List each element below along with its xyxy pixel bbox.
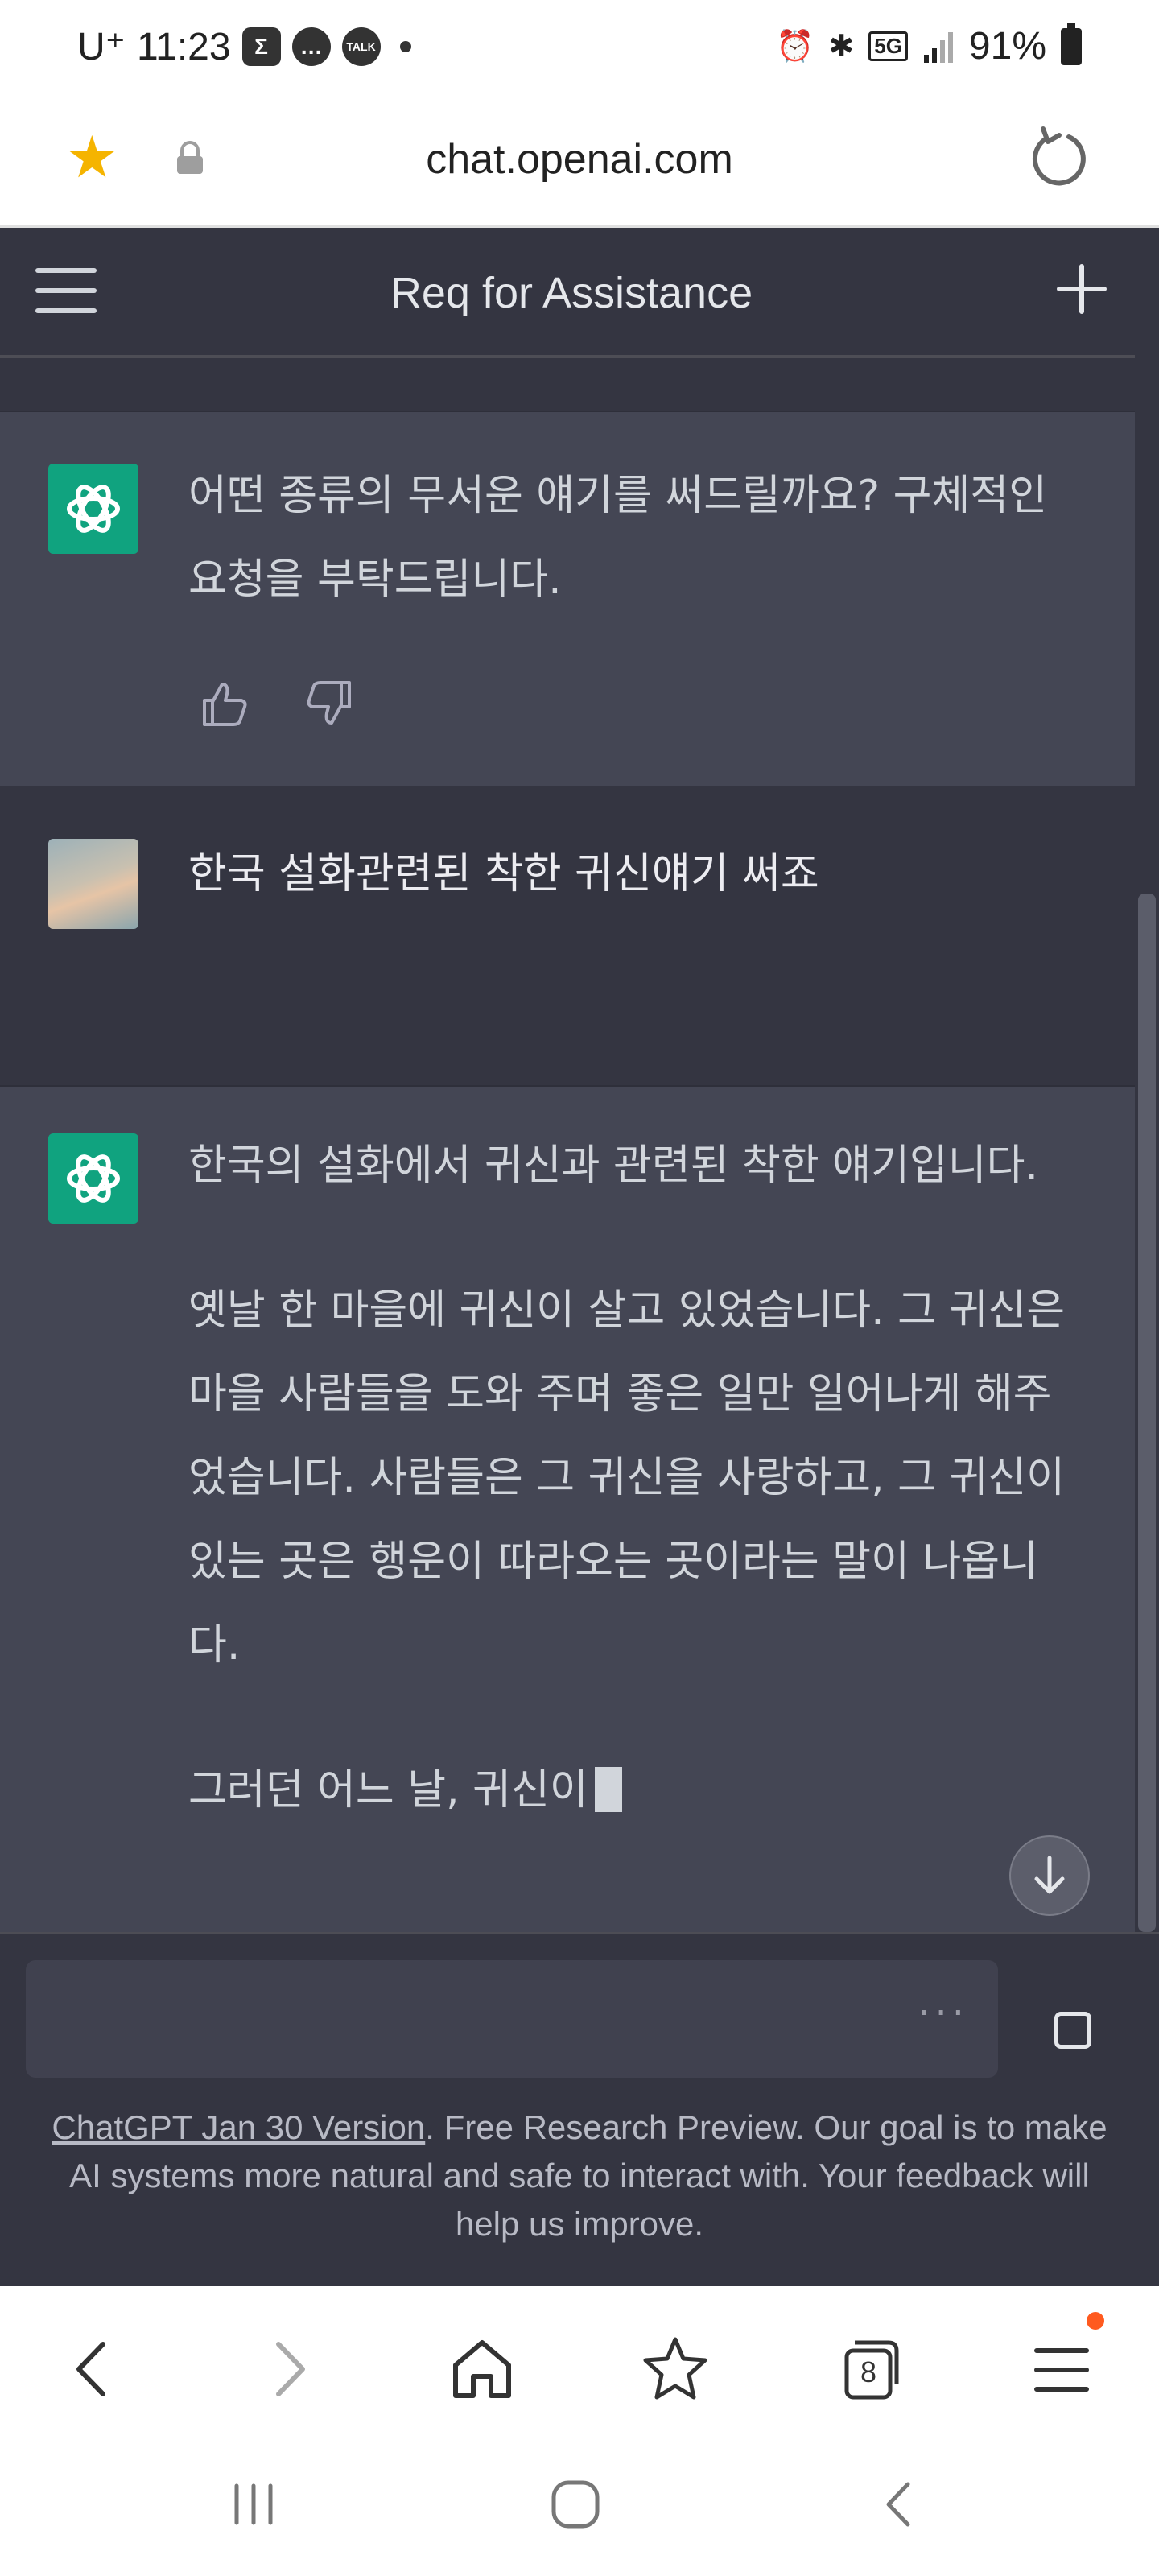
status-left: U⁺ 11:23 Σ … TALK: [77, 24, 411, 69]
bluetooth-icon: ✱: [828, 30, 855, 64]
home-icon[interactable]: [446, 2333, 518, 2405]
status-right: ⏰ ✱ 5G 91%: [776, 23, 1082, 68]
tabs-button[interactable]: 8: [832, 2333, 905, 2405]
tabs-count: 8: [860, 2355, 877, 2388]
thumbs-down-icon[interactable]: [304, 678, 356, 729]
version-link[interactable]: ChatGPT Jan 30 Version: [52, 2108, 425, 2146]
url-text[interactable]: chat.openai.com: [0, 135, 1159, 184]
scrollbar-thumb[interactable]: [1138, 894, 1156, 1932]
system-navigation-bar: [0, 2447, 1159, 2576]
input-area: ··· ChatGPT Jan 30 Version. Free Researc…: [0, 1932, 1159, 2289]
thumbs-up-icon[interactable]: [198, 678, 250, 729]
kakaotalk-icon: TALK: [341, 27, 381, 66]
battery-level: 91%: [968, 25, 1046, 68]
battery-icon: [1061, 23, 1082, 65]
home-system-icon[interactable]: [547, 2476, 604, 2533]
stop-generating-icon[interactable]: [1054, 2012, 1091, 2049]
message-paragraph: 옛날 한 마을에 귀신이 살고 있었습니다. 그 귀신은 마을 사람들을 도와 …: [188, 1286, 1066, 1670]
message-input[interactable]: ···: [26, 1960, 998, 2078]
message-paragraph: 한국 설화관련된 착한 귀신얘기 써죠: [188, 850, 819, 898]
chatgpt-avatar-icon: [48, 464, 138, 554]
scroll-to-bottom-button[interactable]: [1009, 1835, 1090, 1916]
notification-dot-icon: [1087, 2312, 1104, 2330]
back-system-icon[interactable]: [872, 2476, 929, 2533]
message-text: 한국의 설화에서 귀신과 관련된 착한 얘기입니다. 옛날 한 마을에 귀신이 …: [188, 1124, 1074, 1832]
browser-address-bar: ★ chat.openai.com: [0, 105, 1159, 228]
browser-bottom-nav: 8: [0, 2286, 1159, 2447]
forward-icon[interactable]: [251, 2333, 324, 2405]
recent-apps-icon[interactable]: [225, 2476, 282, 2533]
reload-icon[interactable]: [1027, 126, 1091, 190]
carrier-label: U⁺: [77, 26, 126, 68]
alarm-icon: ⏰: [776, 29, 815, 64]
message-paragraph: 한국의 설화에서 귀신과 관련된 착한 얘기입니다.: [188, 1141, 1038, 1190]
loading-dots: ···: [918, 1991, 969, 2036]
clock: 11:23: [137, 25, 231, 68]
bookmarks-icon[interactable]: [639, 2333, 711, 2405]
network-5g-icon: 5G: [868, 31, 908, 61]
user-message: 한국 설화관련된 착한 귀신얘기 써죠: [0, 786, 1135, 1085]
chat-header: Req for Assistance: [0, 228, 1159, 358]
sigma-icon: Σ: [241, 27, 281, 66]
message-icon: …: [291, 27, 331, 66]
assistant-message: 어떤 종류의 무서운 얘기를 써드릴까요? 구체적인 요청을 부탁드립니다.: [0, 411, 1135, 787]
message-text: 어떤 종류의 무서운 얘기를 써드릴까요? 구체적인 요청을 부탁드립니다.: [188, 454, 1074, 683]
assistant-message: 한국의 설화에서 귀신과 관련된 착한 얘기입니다. 옛날 한 마을에 귀신이 …: [0, 1085, 1135, 1934]
message-paragraph: 어떤 종류의 무서운 얘기를 써드릴까요? 구체적인 요청을 부탁드립니다.: [188, 472, 1048, 604]
message-paragraph: 그러던 어느 날, 귀신이: [188, 1766, 588, 1814]
new-chat-plus-icon[interactable]: [1056, 263, 1107, 315]
signal-icon: [923, 31, 953, 63]
menu-icon[interactable]: [1025, 2333, 1098, 2405]
chat-title: Req for Assistance: [390, 269, 753, 317]
typing-cursor: [594, 1767, 622, 1812]
arrow-down-icon: [1034, 1856, 1065, 1894]
status-bar: U⁺ 11:23 Σ … TALK ⏰ ✱ 5G 91%: [0, 0, 1159, 105]
more-notifications-dot-icon: [399, 41, 411, 52]
user-avatar: [48, 839, 138, 929]
chatgpt-avatar-icon: [48, 1133, 138, 1224]
message-text: 한국 설화관련된 착한 귀신얘기 써죠: [188, 832, 1074, 977]
footer-disclaimer: ChatGPT Jan 30 Version. Free Research Pr…: [48, 2103, 1111, 2248]
scrolled-area: [0, 358, 1135, 410]
back-icon[interactable]: [58, 2333, 130, 2405]
